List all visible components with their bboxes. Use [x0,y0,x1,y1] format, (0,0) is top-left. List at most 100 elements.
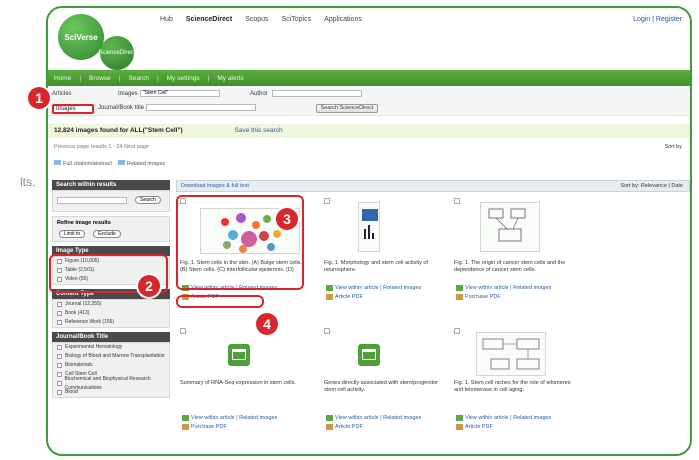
save-search-link[interactable]: Save this search [235,127,283,134]
refine-sidebar: Search within results Search Refine imag… [52,180,170,454]
view-within-article-highlight [176,295,264,308]
images-query-input[interactable]: "Stem Cell" [140,90,220,97]
related-images-link[interactable]: Related images [117,160,165,167]
telomere-diagram[interactable] [476,332,546,376]
result-card: Genes directly associated with stem/prog… [324,328,449,448]
peek-text: lts. [20,175,36,189]
sciencedirect-logo[interactable]: ScienceDirect [99,36,136,70]
login-register-links[interactable]: Login | Register [633,16,682,23]
article-pdf-link[interactable]: Article PDF [326,423,451,431]
download-images-link[interactable]: Download images & full text [181,183,249,189]
figure-caption: Fig. 1. Stem cell niches for the role of… [454,380,571,393]
journal-item[interactable]: Experimental Hematology [53,343,169,352]
full-citation-link[interactable]: Full citation/abstract [54,160,112,167]
journal-item[interactable]: Biomaterials [53,361,169,370]
refine-box: Refine image results Limit to Exclude [52,216,170,242]
result-card: Fig. 1. The origin of cancer stem cells … [454,198,579,318]
content-type-book[interactable]: Book (413) [53,309,169,318]
screenshot-frame: SciVerse ScienceDirect Hub ScienceDirect… [46,6,692,456]
content-type-list: Journal (12,255) Book (413) Reference Wo… [52,299,170,328]
author-input[interactable] [272,90,362,97]
sciverse-logo[interactable]: SciVerse [58,14,104,60]
checkbox[interactable] [57,302,62,307]
tutorial-figure: lts. SciVerse ScienceDirect Hub ScienceD… [0,0,699,460]
limit-to-button[interactable]: Limit to [59,230,86,238]
callout-3: 3 [276,208,298,230]
search-within-input[interactable] [57,197,127,204]
table-icon[interactable] [228,344,250,366]
nav-search[interactable]: Search [128,75,149,82]
figure-caption: Fig. 1. The origin of cancer stem cells … [454,260,566,273]
pane-sort[interactable]: Sort by: Relevance | Date [620,181,683,191]
checkbox[interactable] [57,345,62,350]
search-sciencedirect-button[interactable]: Search ScienceDirect [316,104,378,113]
nav-home[interactable]: Home [54,75,71,82]
view-within-article-link[interactable]: View within article | Related images [456,284,581,292]
pane-toolbar: Download images & full text Sort by: Rel… [176,180,690,192]
author-label: Author [250,91,268,97]
view-within-article-link[interactable]: View within article | Related images [326,414,451,422]
content-type-reference[interactable]: Reference Work (156) [53,318,169,327]
journal-label: Journal/Book title [98,105,145,111]
checkbox[interactable] [57,363,62,368]
download-bar: Full citation/abstract Related images [54,160,165,167]
checkbox[interactable] [57,381,62,386]
cancer-stem-cell-diagram[interactable] [480,202,540,252]
top-nav-scopus[interactable]: Scopus [245,16,268,23]
result-checkbox[interactable] [454,328,460,334]
main-nav-bar: Home | Browse | Search | My settings | My al… [48,70,690,86]
article-pdf-link[interactable]: Article PDF [326,293,451,301]
pager[interactable]: Previous page results 1 - 24 Next page [54,144,149,150]
article-pdf-link[interactable]: Article PDF [456,423,581,431]
search-within-heading: Search within results [52,180,170,190]
content-type-journal[interactable]: Journal (12,255) [53,300,169,309]
top-nav-scitopics[interactable]: SciTopics [282,16,312,23]
result-card: Fig. 1. Stem cell niches for the role of… [454,328,579,448]
exclude-button[interactable]: Exclude [93,230,121,238]
callout-2: 2 [138,275,160,297]
checkbox[interactable] [57,354,62,359]
images-label: Images [118,91,138,97]
journal-title-list: Experimental Hematology Biology of Blood… [52,342,170,398]
search-bar: Articles Images "Stem Cell" Author Journ… [48,88,690,116]
neurosphere-figure[interactable] [358,202,380,252]
sort-by[interactable]: Sort by [665,144,682,150]
callout-1: 1 [28,87,50,109]
result-checkbox[interactable] [324,198,330,204]
result-card: Summary of RNA-Seq expression in stem ce… [180,328,305,448]
refine-title: Refine image results [57,220,111,226]
top-nav-hub[interactable]: Hub [160,16,173,23]
checkbox[interactable] [57,311,62,316]
table-icon[interactable] [358,344,380,366]
journal-item[interactable]: Biochemical and Biophysical Research Com… [53,376,169,391]
journal-input[interactable] [146,104,256,111]
results-count: 12,824 images found for ALL("Stem Cell") [54,127,183,134]
results-summary-bar: 12,824 images found for ALL("Stem Cell")… [48,124,690,138]
purchase-pdf-link[interactable]: Purchase PDF [182,423,307,431]
top-header: SciVerse ScienceDirect Hub ScienceDirect… [48,8,690,70]
top-nav-applications[interactable]: Applications [324,16,362,23]
result-checkbox[interactable] [454,198,460,204]
figure-caption: Fig. 1. Morphology and stem cell activit… [324,260,428,273]
result-card: Fig. 1. Morphology and stem cell activit… [324,198,449,318]
view-within-article-link[interactable]: View within article | Related images [182,414,307,422]
result-checkbox[interactable] [180,328,186,334]
view-within-article-link[interactable]: View within article | Related images [326,284,451,292]
top-nav-sciencedirect[interactable]: ScienceDirect [186,16,232,23]
images-tab[interactable]: Images [52,104,94,114]
articles-tab[interactable]: Articles [52,91,72,97]
nav-my-settings[interactable]: My settings [167,75,200,82]
callout-4: 4 [256,313,278,335]
checkbox[interactable] [57,372,62,377]
nav-browse[interactable]: Browse [89,75,111,82]
result-checkbox[interactable] [324,328,330,334]
journal-item[interactable]: Biology of Blood and Marrow Transplantat… [53,352,169,361]
top-nav: Hub ScienceDirect Scopus SciTopics Appli… [160,16,362,23]
checkbox[interactable] [57,320,62,325]
journal-title-heading: Journal/Book Title [52,332,170,342]
view-within-article-link[interactable]: View within article | Related images [456,414,581,422]
search-within-button[interactable]: Search [135,196,161,204]
checkbox[interactable] [57,390,62,395]
nav-my-alerts[interactable]: My alerts [217,75,243,82]
purchase-pdf-link[interactable]: Purchase PDF [456,293,581,301]
